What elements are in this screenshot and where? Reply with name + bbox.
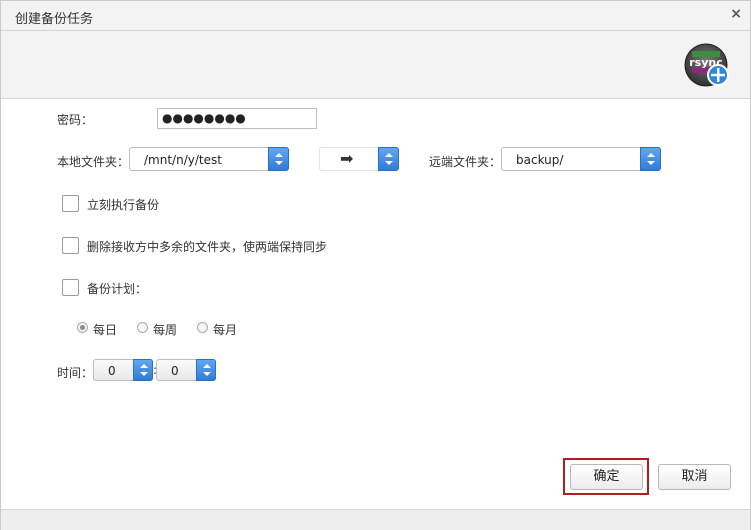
remote-folder-select[interactable]: backup/ [501, 147, 661, 171]
dialog-titlebar: 创建备份任务 × [1, 1, 750, 31]
hour-spinner[interactable] [133, 359, 153, 381]
direction-select[interactable]: ➡ [319, 147, 399, 171]
delete-extra-label: 删除接收方中多余的文件夹，使两端保持同步 [87, 240, 328, 254]
remote-folder-label: 远端文件夹： [429, 155, 502, 169]
dialog-title: 创建备份任务 [15, 12, 94, 27]
dialog-header-band [1, 31, 750, 99]
schedule-monthly-radio[interactable] [197, 322, 208, 333]
password-field[interactable]: ●●●●●●●● [157, 108, 317, 129]
remote-folder-spinner[interactable] [640, 147, 661, 171]
dialog-footer-band [1, 509, 750, 530]
local-folder-select[interactable]: /mnt/n/y/test [129, 147, 289, 171]
hour-value: 0 [108, 364, 116, 378]
local-folder-value: /mnt/n/y/test [144, 153, 222, 167]
password-label: 密码： [57, 113, 94, 127]
hour-select[interactable]: 0 [93, 359, 153, 381]
schedule-label: 备份计划： [87, 282, 148, 296]
minute-select[interactable]: 0 [156, 359, 216, 381]
direction-spinner[interactable] [378, 147, 399, 171]
schedule-weekly-label: 每周 [153, 323, 178, 337]
minute-value: 0 [171, 364, 179, 378]
close-icon[interactable]: × [730, 7, 742, 21]
minute-spinner[interactable] [196, 359, 216, 381]
schedule-weekly-radio[interactable] [137, 322, 148, 333]
schedule-daily-label: 每日 [93, 323, 118, 337]
schedule-monthly-label: 每月 [213, 323, 238, 337]
schedule-checkbox[interactable] [62, 279, 79, 296]
cancel-button[interactable]: 取消 [658, 464, 731, 490]
arrow-right-icon: ➡ [340, 149, 354, 168]
remote-folder-value: backup/ [516, 153, 564, 167]
create-backup-dialog: 创建备份任务 × rsync 密码： ●●●●●●●● 本地文件夹： /mnt/… [0, 0, 751, 530]
run-now-label: 立刻执行备份 [87, 198, 160, 212]
local-folder-label: 本地文件夹： [57, 155, 130, 169]
local-folder-spinner[interactable] [268, 147, 289, 171]
delete-extra-checkbox[interactable] [62, 237, 79, 254]
rsync-logo-icon: rsync [684, 43, 730, 89]
time-label: 时间： [57, 366, 94, 380]
run-now-checkbox[interactable] [62, 195, 79, 212]
confirm-button[interactable]: 确定 [570, 464, 643, 490]
schedule-daily-radio[interactable] [77, 322, 88, 333]
